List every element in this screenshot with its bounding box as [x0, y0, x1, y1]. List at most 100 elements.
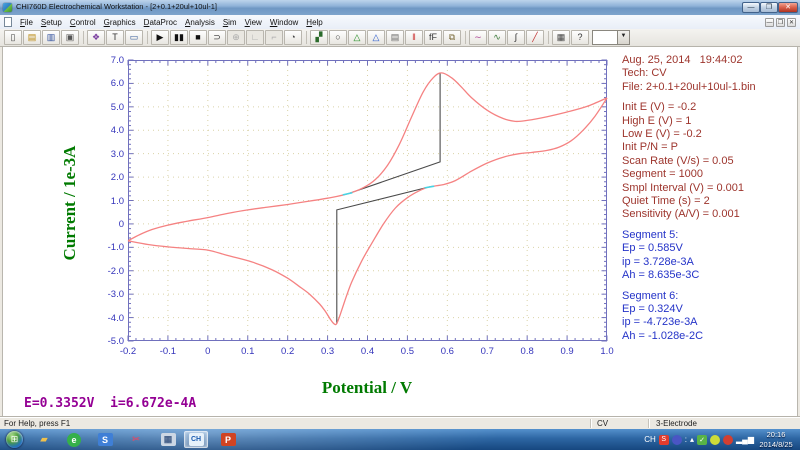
parameters-icon[interactable]: ▭ — [125, 30, 143, 45]
tray-app-blue-icon[interactable] — [671, 434, 682, 445]
system-tray: CH S: ▴ ✓ ▂▄▆ — [644, 429, 754, 450]
menu-view[interactable]: View — [241, 16, 266, 29]
toolbar-separator — [545, 30, 552, 45]
tray-network-icon[interactable]: ▂▄▆ — [736, 435, 754, 444]
cv-plot[interactable] — [127, 59, 608, 342]
menu-setup[interactable]: Setup — [37, 16, 66, 29]
x-tick-label: 0.8 — [520, 346, 534, 357]
mdi-close-button[interactable]: ✕ — [787, 17, 796, 27]
y-tick-label: 4.0 — [110, 125, 124, 137]
mdi-restore-button[interactable]: ❐ — [776, 17, 785, 27]
minimize-button[interactable]: — — [742, 2, 760, 13]
tray-sogou-icon[interactable]: S — [658, 434, 669, 445]
technique-icon[interactable]: ❖ — [87, 30, 105, 45]
close-button[interactable]: ✕ — [778, 2, 798, 13]
toolbar-separator — [303, 30, 310, 45]
desktop-screen: CHI760D Electrochemical Workstation - [2… — [0, 0, 800, 450]
smoothing-icon[interactable]: ∼ — [469, 30, 487, 45]
y-tick-label: 0 — [118, 218, 124, 230]
y-tick-label: 7.0 — [110, 55, 124, 66]
run-experiment-icon[interactable]: ▶ — [151, 30, 169, 45]
mdi-document-icon[interactable] — [4, 17, 12, 27]
start-button[interactable]: ⊞ — [6, 431, 23, 448]
taskbar-clock[interactable]: 20:16 2014/8/25 — [754, 430, 798, 449]
x-axis-title: Potential / V — [321, 378, 413, 397]
toolbar-separator — [80, 30, 87, 45]
panel-line: Sensitivity (A/V) = 0.001 — [622, 208, 740, 221]
panel-line: Aug. 25, 2014 19:44:02 — [622, 54, 743, 66]
text-annotation-icon[interactable]: T — [106, 30, 124, 45]
open-file-icon[interactable]: ▤ — [23, 30, 41, 45]
combobox-dropdown-icon[interactable]: ▼ — [617, 31, 629, 44]
menu-help[interactable]: Help — [302, 16, 326, 29]
color-legend-icon[interactable]: ‖ — [405, 30, 423, 45]
context-help-icon[interactable]: ? — [571, 30, 589, 45]
present-data-icon[interactable]: ▞ — [310, 30, 328, 45]
panel-line: Quiet Time (s) = 2 — [622, 195, 710, 208]
pause-icon[interactable]: ▮▮ — [170, 30, 188, 45]
menu-window[interactable]: Window — [266, 16, 302, 29]
maximize-button[interactable]: ❐ — [760, 2, 778, 13]
taskbar-sogou-icon-glyph: S — [97, 433, 113, 446]
baseline-correction-icon[interactable]: ╱ — [526, 30, 544, 45]
window-title: CHI760D Electrochemical Workstation - [2… — [16, 2, 218, 11]
zoom-icon[interactable]: ○ — [329, 30, 347, 45]
save-icon[interactable]: ▥ — [42, 30, 60, 45]
overlay-plots-icon[interactable]: ▤ — [386, 30, 404, 45]
data-grid-icon[interactable]: ▦ — [552, 30, 570, 45]
taskbar-browser-icon[interactable]: e — [62, 431, 86, 448]
reverse-scan-icon[interactable]: ⊃ — [208, 30, 226, 45]
copy-graph-icon[interactable]: ⧉ — [443, 30, 461, 45]
toolbar-separator — [144, 30, 151, 45]
taskbar-sogou-icon[interactable]: S — [93, 431, 117, 448]
it-curve-icon: ∟ — [246, 30, 264, 45]
x-tick-label: 0.5 — [400, 346, 415, 357]
baseline-anchor-1 — [342, 191, 353, 196]
new-file-icon[interactable]: ▯ — [4, 30, 22, 45]
tray-360-icon[interactable] — [710, 434, 721, 445]
y-tick-label: 1.0 — [110, 195, 124, 207]
font-icon[interactable]: fF — [424, 30, 442, 45]
tray-red-app-icon[interactable] — [723, 434, 734, 445]
taskbar-chi-app-icon[interactable]: CH — [184, 431, 208, 448]
panel-line: Scan Rate (V/s) = 0.05 — [622, 154, 734, 167]
panel-line: ip = 3.728e-3A — [622, 255, 694, 268]
y-axis-title: Current / 1e-3A — [60, 145, 79, 261]
toolbar-combobox[interactable]: ▼ — [592, 30, 630, 45]
taskbar-calculator-icon[interactable]: ▦ — [156, 431, 180, 448]
mdi-window-controls: — ❐ ✕ — [763, 17, 796, 27]
taskbar-powerpoint-icon[interactable]: P — [216, 431, 240, 448]
taskbar-calculator-icon-glyph: ▦ — [160, 433, 176, 446]
menu-control[interactable]: Control — [66, 16, 100, 29]
taskbar-screenshot-icon[interactable]: ✂ — [124, 431, 148, 448]
clock-date: 2014/8/25 — [759, 439, 793, 449]
timer-icon[interactable]: ◔ — [284, 30, 302, 45]
toolbar-separator — [462, 30, 469, 45]
x-tick-label: 0.3 — [320, 346, 335, 357]
peak-cathodic-icon[interactable]: △ — [367, 30, 385, 45]
tray-shield-icon[interactable]: ✓ — [697, 434, 708, 445]
menu-file[interactable]: File — [16, 16, 37, 29]
panel-line: Ep = 0.324V — [622, 302, 683, 315]
baseline-anchor-2 — [424, 185, 435, 189]
stop-icon[interactable]: ■ — [189, 30, 207, 45]
print-icon[interactable]: ▣ — [61, 30, 79, 45]
menu-sim[interactable]: Sim — [219, 16, 241, 29]
combobox-value — [593, 31, 617, 44]
taskbar-explorer-icon[interactable]: ▰ — [32, 431, 56, 448]
panel-line: Segment = 1000 — [622, 168, 704, 181]
menu-analysis[interactable]: Analysis — [181, 16, 219, 29]
tray-language-indicator[interactable]: CH — [644, 435, 656, 444]
derivative-icon[interactable]: ∿ — [488, 30, 506, 45]
tray-hidden-icons-arrow[interactable]: ▴ — [690, 435, 694, 444]
cursor-readout: E=0.3352V i=6.672e-4A — [24, 396, 197, 411]
mdi-minimize-button[interactable]: — — [765, 17, 774, 27]
panel-line: Ep = 0.585V — [622, 242, 683, 255]
menu-graphics[interactable]: Graphics — [100, 16, 140, 29]
menu-dataproc[interactable]: DataProc — [140, 16, 181, 29]
zero-current-icon: ⊕ — [227, 30, 245, 45]
tray-dots-icon[interactable]: : — [685, 435, 687, 444]
peak-anodic-icon[interactable]: △ — [348, 30, 366, 45]
integration-icon[interactable]: ∫ — [507, 30, 525, 45]
toolbar: ▯ ▤ ▥ ▣ ❖ T ▭ ▶ ▮▮ ■ ⊃ ⊕ ∟ ⌐ ◔ ▞ ○ △ △ ▤ ‖ fF ⧉ ∼ ∿ ∫ ╱ ▦? ▼ — [0, 29, 800, 47]
